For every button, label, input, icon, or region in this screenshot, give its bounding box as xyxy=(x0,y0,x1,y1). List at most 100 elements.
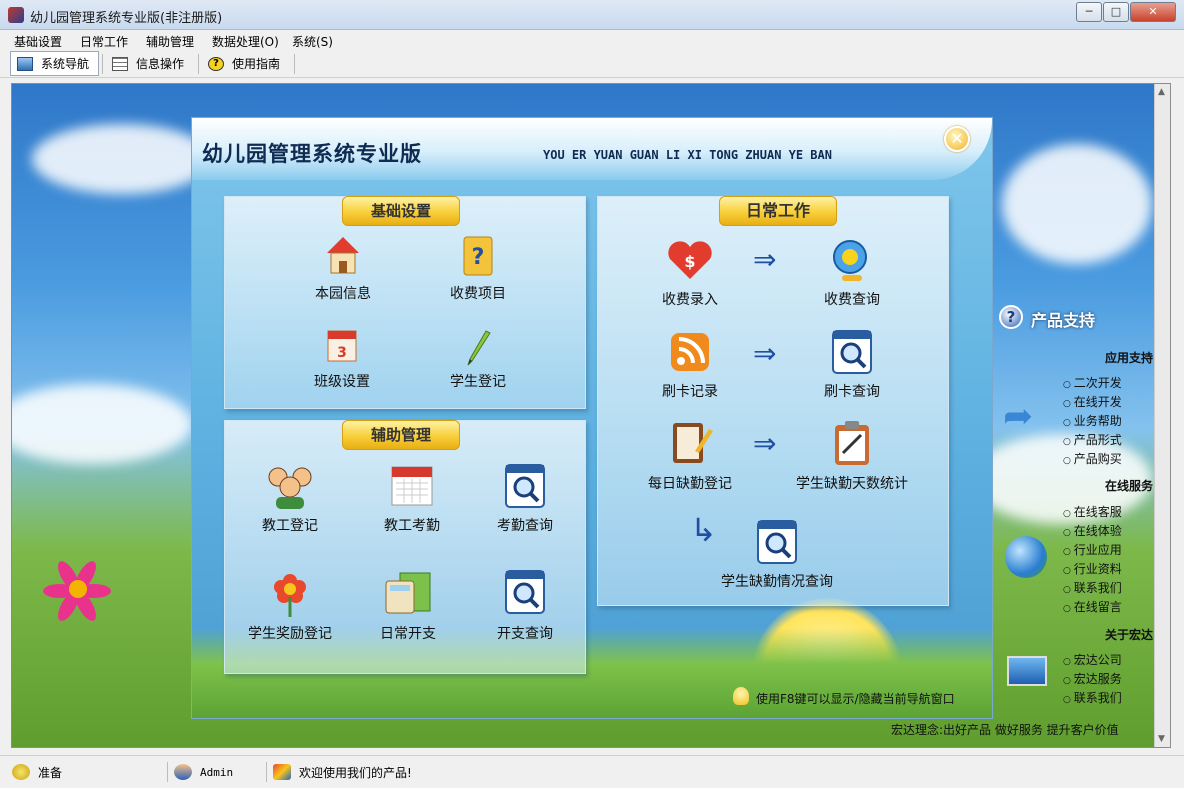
side-section-header: 关于宏达 xyxy=(1104,628,1153,642)
house-icon xyxy=(327,237,359,274)
side-link[interactable]: 在线开发 xyxy=(1063,393,1122,410)
toolbar-info-ops[interactable]: 信息操作 xyxy=(106,51,194,76)
item-label: 学生登记 xyxy=(450,374,506,390)
item-staff-attendance[interactable]: 教工考勤 xyxy=(362,461,462,535)
item-fee-items[interactable]: ? 收费项目 xyxy=(428,231,528,303)
item-kindergarten-info[interactable]: 本园信息 xyxy=(293,231,393,303)
assist-panel: 教工登记 教工考勤 考勤查询 学生奖励登记 日常开支 开支查询 xyxy=(224,420,586,674)
side-link[interactable]: 二次开发 xyxy=(1063,374,1122,391)
search-icon xyxy=(505,570,545,614)
side-link[interactable]: 行业应用 xyxy=(1063,541,1122,558)
globe-icon xyxy=(1005,536,1047,578)
calculator-icon xyxy=(385,572,431,614)
lightbulb-icon xyxy=(733,687,749,705)
side-link[interactable]: 在线留言 xyxy=(1063,598,1122,615)
monitor-icon xyxy=(17,56,33,71)
question-folder-icon: ? xyxy=(463,236,493,276)
item-student-reward[interactable]: 学生奖励登记 xyxy=(235,567,345,643)
pencil-icon xyxy=(467,330,491,366)
scroll-down-icon[interactable]: ▼ xyxy=(1158,734,1165,744)
item-fee-entry[interactable]: $ 收费录入 xyxy=(640,235,740,309)
item-label: 学生缺勤天数统计 xyxy=(796,476,908,492)
item-staff-register[interactable]: 教工登记 xyxy=(240,461,340,535)
status-divider xyxy=(266,762,267,782)
side-link[interactable]: 在线客服 xyxy=(1063,503,1122,520)
navigation-dialog: 幼儿园管理系统专业版 YOU ER YUAN GUAN LI XI TONG Z… xyxy=(191,117,993,719)
toolbar: 系统导航 信息操作 ? 使用指南 xyxy=(0,50,1184,78)
scroll-up-icon[interactable]: ▲ xyxy=(1158,87,1165,97)
menu-system[interactable]: 系统(S) xyxy=(292,33,333,50)
item-daily-expense[interactable]: 日常开支 xyxy=(358,567,458,643)
item-label: 刷卡记录 xyxy=(662,384,718,400)
toolbar-system-nav[interactable]: 系统导航 xyxy=(10,51,99,76)
item-label: 学生奖励登记 xyxy=(248,626,332,642)
magnifier-globe-icon xyxy=(833,240,867,281)
item-daily-absence[interactable]: 每日缺勤登记 xyxy=(635,417,745,493)
status-bar: 准备 Admin 欢迎使用我们的产品! xyxy=(0,755,1184,788)
svg-text:?: ? xyxy=(472,245,485,270)
item-absence-query[interactable]: 学生缺勤情况查询 xyxy=(702,517,852,591)
item-label: 本园信息 xyxy=(315,286,371,302)
maximize-button[interactable]: □ xyxy=(1103,2,1129,22)
app-icon xyxy=(8,7,24,23)
item-class-settings[interactable]: 3 班级设置 xyxy=(287,323,397,391)
item-card-record[interactable]: 刷卡记录 xyxy=(640,327,740,401)
svg-text:$: $ xyxy=(684,252,695,271)
product-support-title: 产品支持 xyxy=(1031,311,1096,330)
minimize-button[interactable]: ─ xyxy=(1076,2,1102,22)
side-link[interactable]: 产品形式 xyxy=(1063,431,1122,448)
calendar-icon xyxy=(391,466,433,506)
dialog-title: 幼儿园管理系统专业版 xyxy=(202,142,422,166)
menu-assist[interactable]: 辅助管理 xyxy=(146,33,194,50)
menu-bar: 基础设置 日常工作 辅助管理 数据处理(O) 系统(S) xyxy=(0,30,1184,50)
toolbar-system-nav-label: 系统导航 xyxy=(41,57,90,71)
item-label: 每日缺勤登记 xyxy=(648,476,732,492)
toolbar-guide[interactable]: ? 使用指南 xyxy=(202,51,292,76)
side-link[interactable]: 宏达服务 xyxy=(1063,670,1122,687)
close-button[interactable]: ✕ xyxy=(1130,2,1176,22)
item-label: 收费项目 xyxy=(450,286,506,302)
status-user-label: Admin xyxy=(200,765,234,779)
status-divider xyxy=(167,762,168,782)
side-link[interactable]: 行业资料 xyxy=(1063,560,1122,577)
menu-data-processing[interactable]: 数据处理(O) xyxy=(212,33,279,50)
lightbulb-icon xyxy=(12,764,30,780)
arrow-right-icon: ⇒ xyxy=(753,337,777,370)
toolbar-info-ops-label: 信息操作 xyxy=(136,57,185,71)
daily-work-header: 日常工作 xyxy=(719,196,837,226)
item-label: 教工考勤 xyxy=(384,518,440,534)
item-expense-query[interactable]: 开支查询 xyxy=(475,567,575,643)
arrow-right-icon: ⇒ xyxy=(753,427,777,460)
side-link[interactable]: 联系我们 xyxy=(1063,579,1122,596)
side-section-header: 在线服务 xyxy=(1104,479,1153,493)
status-ready-label: 准备 xyxy=(38,765,63,780)
item-fee-query[interactable]: 收费查询 xyxy=(802,235,902,309)
scrollbar[interactable]: ▲ ▼ xyxy=(1154,84,1170,747)
item-student-register[interactable]: 学生登记 xyxy=(428,323,528,391)
basic-settings-header: 基础设置 xyxy=(342,196,460,226)
arrow-swirl-icon: ➦ xyxy=(1003,396,1034,437)
title-bar: 幼儿园管理系统专业版(非注册版) ─ □ ✕ xyxy=(0,0,1184,30)
cloud xyxy=(32,124,212,194)
side-link[interactable]: 宏达公司 xyxy=(1063,651,1122,668)
slogan: 宏达理念:出好产品 做好服务 提升客户价值 xyxy=(891,723,1119,737)
item-card-query[interactable]: 刷卡查询 xyxy=(802,327,902,401)
menu-basic-settings[interactable]: 基础设置 xyxy=(14,33,62,50)
item-attendance-query[interactable]: 考勤查询 xyxy=(475,461,575,535)
side-link[interactable]: 联系我们 xyxy=(1063,689,1122,706)
arrow-right-icon: ⇒ xyxy=(753,243,777,276)
status-user: Admin xyxy=(174,761,233,783)
side-link[interactable]: 业务帮助 xyxy=(1063,412,1122,429)
daily-work-panel: $ 收费录入 ⇒ 收费查询 刷卡记录 ⇒ 刷卡查询 每日缺勤登记 ⇒ 学生缺勤天… xyxy=(597,196,949,606)
status-ready: 准备 xyxy=(12,761,62,783)
status-welcome-label: 欢迎使用我们的产品! xyxy=(299,765,412,780)
cloud xyxy=(1002,144,1152,264)
menu-daily-work[interactable]: 日常工作 xyxy=(80,33,128,50)
dialog-close-icon[interactable]: ✕ xyxy=(944,126,970,152)
calendar-icon: 3 xyxy=(327,330,357,362)
side-link[interactable]: 在线体验 xyxy=(1063,522,1122,539)
item-label: 开支查询 xyxy=(497,626,553,642)
rss-icon xyxy=(671,333,709,371)
item-absence-stats[interactable]: 学生缺勤天数统计 xyxy=(782,417,922,493)
side-link[interactable]: 产品购买 xyxy=(1063,450,1122,467)
